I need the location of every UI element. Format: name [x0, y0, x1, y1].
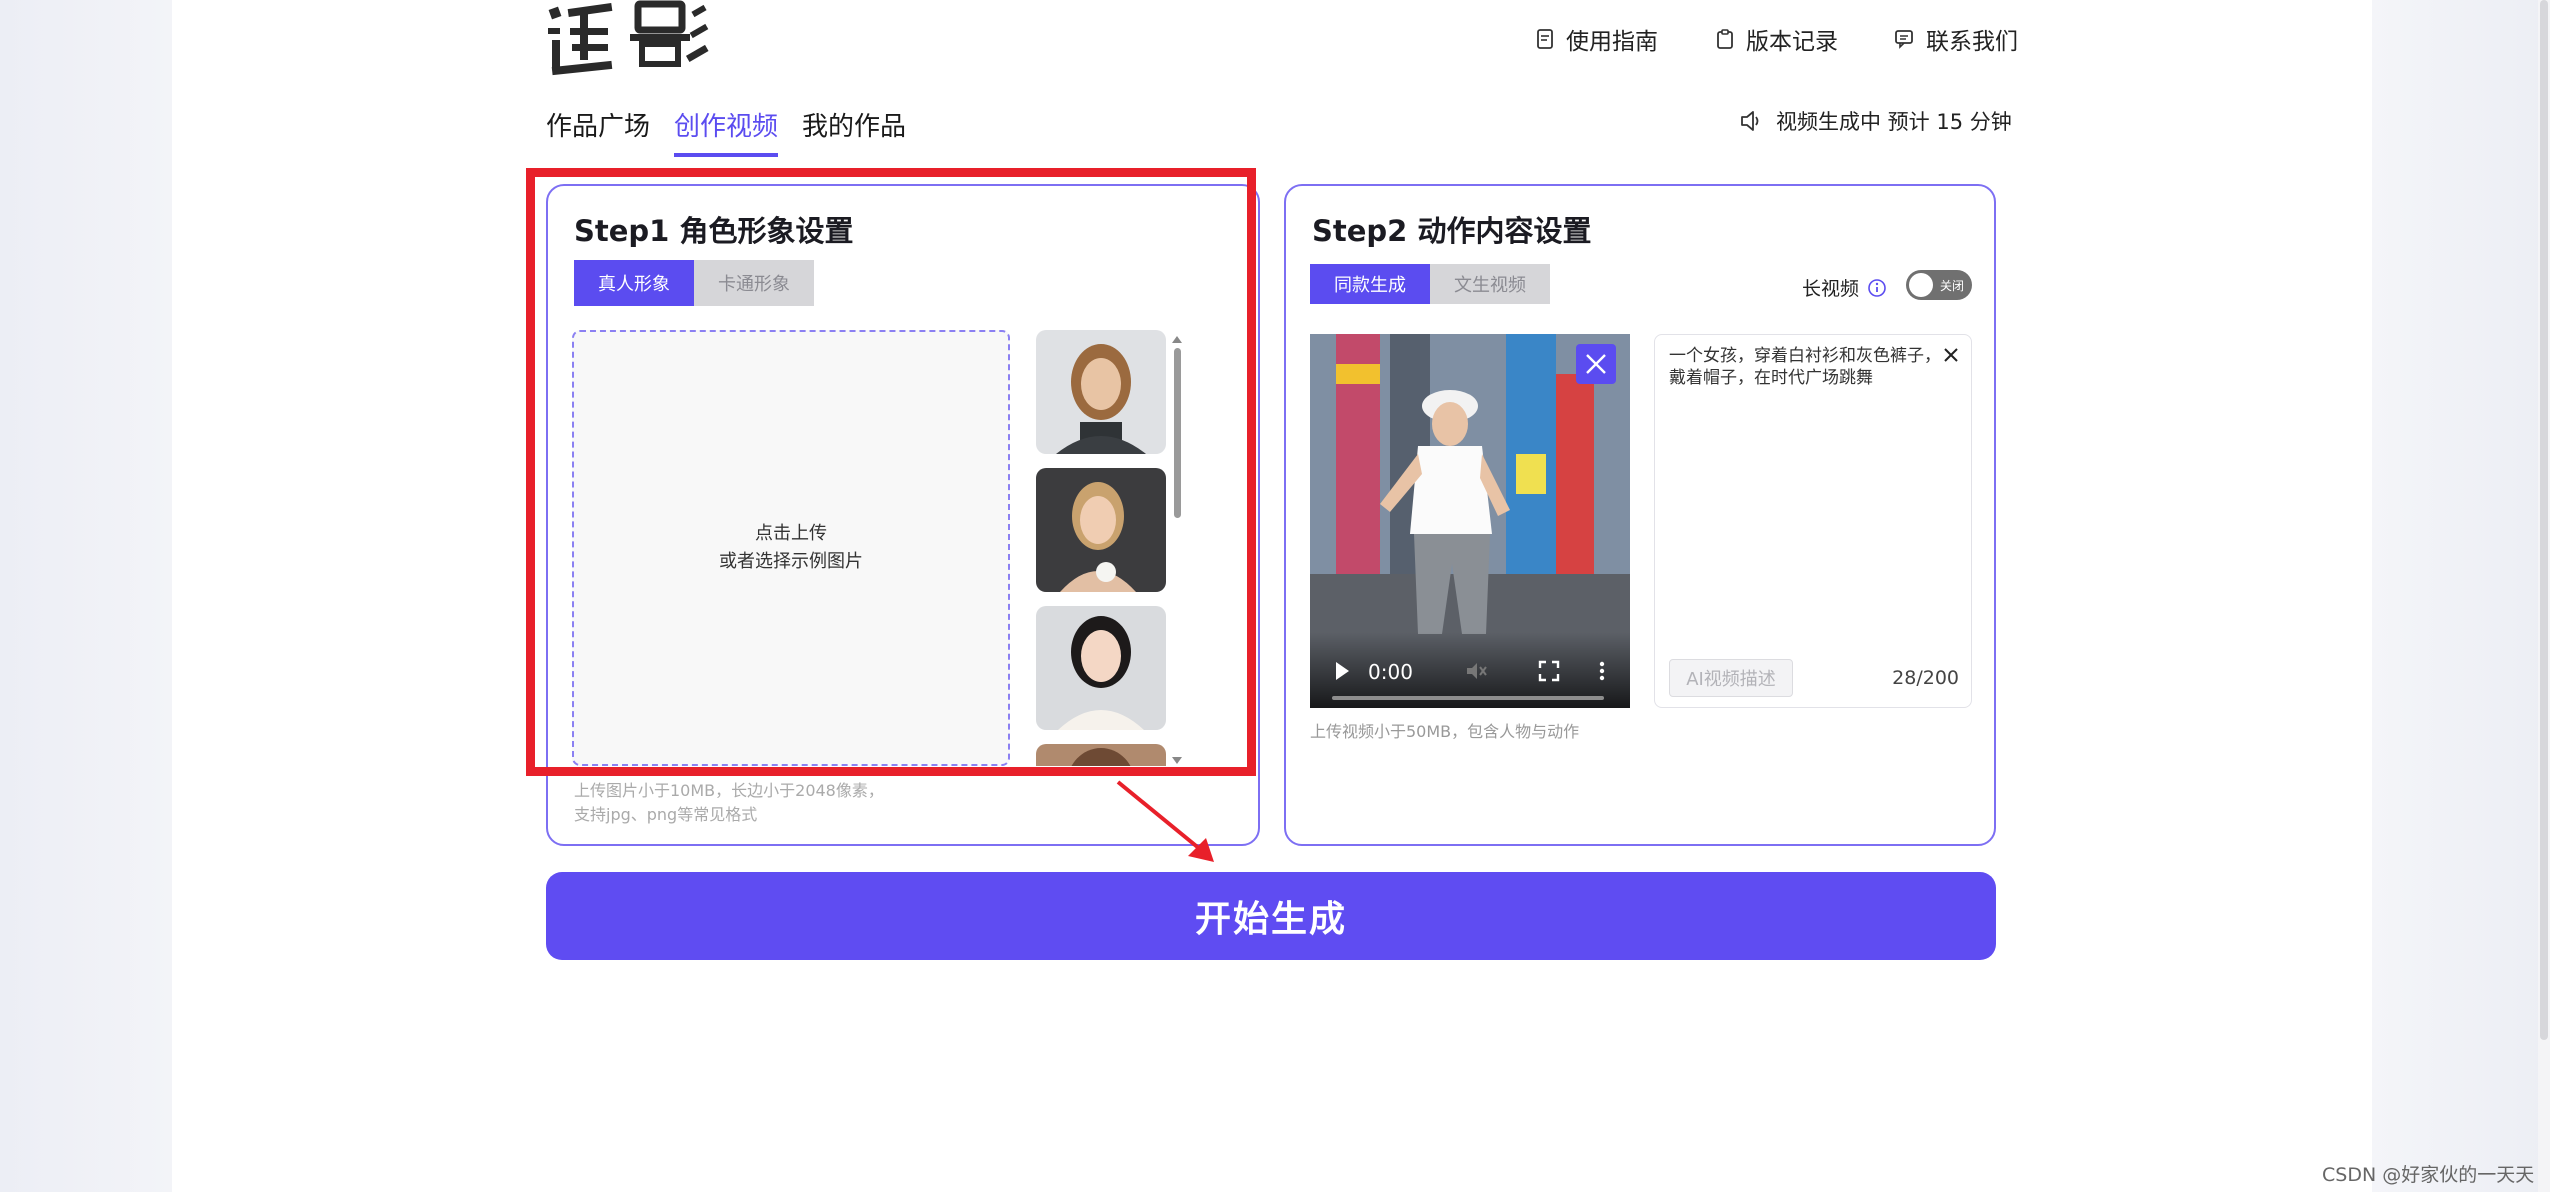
toggle-label: 关闭: [1940, 279, 1965, 293]
clipboard-icon: [1717, 29, 1733, 49]
upload-hint-1: 上传图片小于10MB，长边小于2048像素，: [574, 781, 884, 800]
video-description-box[interactable]: 一个女孩，穿着白衬衫和灰色裤子，戴着帽子，在时代广场跳舞 AI视频描述 28/2…: [1654, 334, 1972, 708]
char-count: 28/200: [1892, 667, 1959, 689]
chat-icon: [1895, 30, 1913, 49]
scroll-up-icon[interactable]: [1172, 336, 1182, 343]
scrollbar-thumb[interactable]: [1174, 348, 1181, 518]
step2-segment-control: 同款生成 文生视频: [1310, 264, 1550, 304]
video-player[interactable]: 0:00: [1310, 334, 1630, 708]
nav-guide-label: 使用指南: [1566, 29, 1658, 55]
guide-icon: [1537, 29, 1553, 49]
scroll-down-icon[interactable]: [1172, 757, 1182, 764]
upload-line-2: 或者选择示例图片: [719, 551, 863, 572]
video-upload-hint: 上传视频小于50MB，包含人物与动作: [1310, 722, 1580, 741]
play-icon[interactable]: [1336, 662, 1349, 680]
more-options-icon[interactable]: [1598, 660, 1606, 682]
notice-text: 视频生成中 预计 15 分钟: [1776, 110, 2012, 134]
page-scrollbar-thumb[interactable]: [2540, 0, 2548, 1040]
segment-cartoon[interactable]: 卡通形象: [694, 260, 814, 306]
long-video-option: 长视频: [1802, 274, 1887, 301]
video-time: 0:00: [1368, 660, 1413, 684]
thumbnail-scrollbar[interactable]: [1170, 334, 1184, 766]
remove-video-button[interactable]: [1576, 344, 1616, 384]
video-progress-bar[interactable]: [1332, 696, 1604, 700]
toggle-knob: [1909, 273, 1933, 297]
upload-hint-2: 支持jpg、png等常见格式: [574, 805, 758, 824]
example-portrait-4[interactable]: [1036, 744, 1166, 766]
step1-panel: Step1 角色形象设置 真人形象 卡通形象 点击上传 或者选择示例图片 上传图…: [546, 184, 1260, 846]
tab-my-works[interactable]: 我的作品: [802, 106, 906, 157]
step1-segment-control: 真人形象 卡通形象: [574, 260, 814, 306]
segment-same-style[interactable]: 同款生成: [1310, 264, 1430, 304]
nav-contact[interactable]: 联系我们: [1894, 22, 2018, 56]
nav-changelog-label: 版本记录: [1746, 29, 1838, 55]
background-left: [0, 0, 172, 1192]
video-controls: 0:00: [1310, 632, 1630, 708]
tab-create-video[interactable]: 创作视频: [674, 106, 779, 157]
segment-real-person[interactable]: 真人形象: [574, 260, 694, 306]
long-video-toggle[interactable]: 关闭: [1906, 270, 1972, 300]
watermark: CSDN @好家伙的一天天: [2322, 1164, 2535, 1186]
generation-notice: 视频生成中 预计 15 分钟: [1738, 106, 2012, 136]
ai-description-button[interactable]: AI视频描述: [1669, 659, 1793, 697]
main-tabs: 作品广场 创作视频 我的作品: [546, 106, 906, 157]
clear-text-icon[interactable]: [1941, 345, 1961, 365]
background-right: [2372, 0, 2550, 1192]
top-nav: 使用指南 版本记录 联系我们: [1534, 22, 2018, 56]
info-icon[interactable]: [1867, 278, 1887, 298]
segment-text-to-video[interactable]: 文生视频: [1430, 264, 1550, 304]
tab-gallery[interactable]: 作品广场: [546, 106, 650, 157]
speaker-icon: [1741, 111, 1759, 131]
upload-line-1: 点击上传: [755, 523, 827, 544]
start-generate-button[interactable]: 开始生成: [546, 872, 1996, 960]
image-upload-area[interactable]: 点击上传 或者选择示例图片: [572, 330, 1010, 766]
example-portrait-2[interactable]: [1036, 468, 1166, 592]
nav-contact-label: 联系我们: [1926, 29, 2018, 55]
example-thumbnails: [1036, 330, 1170, 766]
example-portrait-1[interactable]: [1036, 330, 1166, 454]
step1-title: Step1 角色形象设置: [574, 214, 854, 248]
long-video-label: 长视频: [1802, 278, 1860, 300]
example-portrait-3[interactable]: [1036, 606, 1166, 730]
page-container: [172, 0, 2372, 1192]
step2-panel: Step2 动作内容设置 同款生成 文生视频 长视频 关闭 0:00 上传视频小…: [1284, 184, 1996, 846]
fullscreen-icon[interactable]: [1538, 660, 1560, 682]
close-icon: [1586, 354, 1606, 374]
app-logo[interactable]: 追影: [546, 0, 712, 76]
video-description-text[interactable]: 一个女孩，穿着白衬衫和灰色裤子，戴着帽子，在时代广场跳舞: [1669, 345, 1941, 389]
step2-title: Step2 动作内容设置: [1312, 214, 1592, 248]
nav-changelog[interactable]: 版本记录: [1714, 22, 1838, 56]
nav-guide[interactable]: 使用指南: [1534, 22, 1658, 56]
mute-icon[interactable]: [1464, 660, 1488, 682]
